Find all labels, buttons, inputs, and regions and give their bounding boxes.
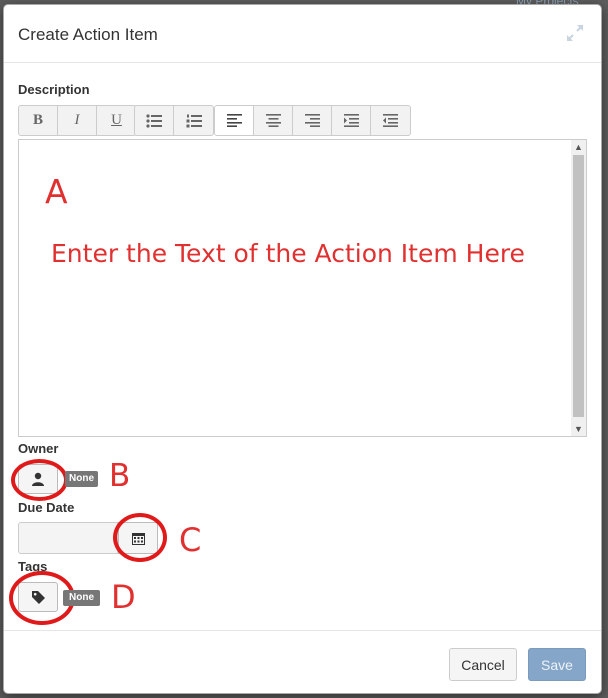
annotation-circle-c — [113, 513, 167, 562]
cancel-button[interactable]: Cancel — [449, 648, 517, 681]
modal-header: Create Action Item — [4, 5, 601, 63]
scroll-up-icon[interactable]: ▲ — [571, 140, 586, 154]
bullet-list-icon — [146, 113, 162, 128]
align-center-icon — [265, 114, 281, 127]
underline-button[interactable]: U — [97, 106, 136, 135]
align-right-button[interactable] — [293, 106, 332, 135]
italic-button[interactable]: I — [58, 106, 97, 135]
due-date-input[interactable] — [18, 522, 118, 554]
editor-scrollbar[interactable]: ▲ ▼ — [571, 140, 586, 436]
list-group — [134, 105, 214, 136]
numbered-list-icon — [186, 114, 202, 127]
bold-button[interactable]: B — [19, 106, 58, 135]
owner-label: Owner — [18, 441, 59, 456]
description-editor[interactable]: A Enter the Text of the Action Item Here… — [18, 139, 587, 437]
scroll-down-icon[interactable]: ▼ — [571, 422, 586, 436]
annotation-circle-b — [11, 459, 68, 501]
expand-icon[interactable] — [565, 23, 585, 43]
description-label: Description — [18, 82, 90, 97]
italic-icon: I — [74, 112, 80, 128]
indent-button[interactable] — [332, 106, 371, 135]
align-right-icon — [304, 114, 320, 127]
align-left-button[interactable] — [215, 106, 254, 135]
align-center-button[interactable] — [254, 106, 293, 135]
annotation-d: D — [111, 578, 136, 616]
save-button[interactable]: Save — [528, 648, 586, 681]
indent-icon — [343, 114, 359, 127]
tags-none-badge: None — [63, 590, 100, 606]
scroll-thumb[interactable] — [573, 155, 584, 417]
annotation-b: B — [109, 458, 131, 494]
alignment-group — [214, 105, 411, 136]
annotation-c: C — [179, 521, 202, 559]
annotation-a: A — [45, 172, 68, 211]
create-action-item-dialog: Create Action Item Description B I U A E… — [3, 4, 602, 694]
align-left-icon — [226, 114, 242, 127]
numbered-list-button[interactable] — [174, 106, 213, 135]
format-group: B I U — [18, 105, 137, 136]
modal-title: Create Action Item — [18, 25, 158, 44]
annotation-text: Enter the Text of the Action Item Here — [51, 239, 525, 268]
bullet-list-button[interactable] — [135, 106, 174, 135]
bold-icon: B — [32, 112, 43, 128]
underline-icon: U — [111, 112, 122, 128]
owner-none-badge: None — [65, 471, 98, 487]
outdent-icon — [383, 114, 398, 127]
outdent-button[interactable] — [371, 106, 410, 135]
due-date-label: Due Date — [18, 500, 75, 515]
modal-footer: Cancel Save — [4, 630, 601, 694]
